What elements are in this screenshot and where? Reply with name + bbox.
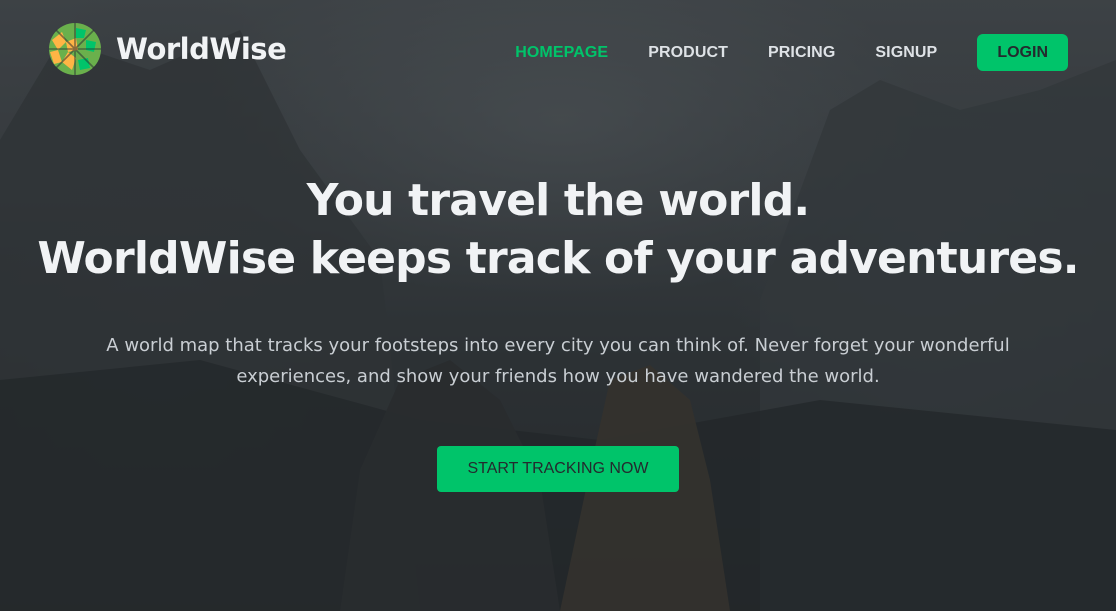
hero-title-line-2: WorldWise keeps track of your adventures… (37, 233, 1079, 284)
nav-link-signup[interactable]: SIGNUP (875, 44, 937, 62)
main-navigation: WorldWise HOMEPAGE PRODUCT PRICING SIGNU… (0, 0, 1116, 104)
nav-link-pricing[interactable]: PRICING (768, 44, 835, 62)
start-tracking-button[interactable]: START TRACKING NOW (437, 446, 679, 492)
login-button[interactable]: LOGIN (977, 34, 1068, 71)
nav-link-homepage[interactable]: HOMEPAGE (515, 44, 608, 62)
hero-title-line-1: You travel the world. (306, 175, 810, 226)
globe-logo-icon (49, 23, 101, 75)
nav-link-product[interactable]: PRODUCT (648, 44, 728, 62)
app-name: WorldWise (116, 32, 287, 66)
hero-title: You travel the world. WorldWise keeps tr… (0, 172, 1116, 288)
nav-links: HOMEPAGE PRODUCT PRICING SIGNUP LOGIN (475, 34, 1068, 71)
logo-link[interactable]: WorldWise (48, 22, 287, 76)
hero-section: You travel the world. WorldWise keeps tr… (0, 172, 1116, 492)
hero-description: A world map that tracks your footsteps i… (106, 335, 1010, 387)
